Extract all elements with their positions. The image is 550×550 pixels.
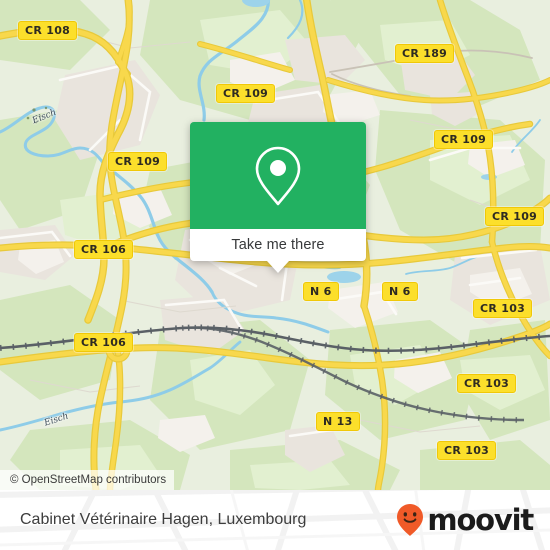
take-me-there-label: Take me there <box>231 237 325 253</box>
moovit-pin-smiley-icon <box>397 504 424 536</box>
road-shield: CR 108 <box>18 21 78 40</box>
moovit-wordmark: moovit <box>427 502 534 537</box>
popup-pointer <box>267 261 289 273</box>
location-popup-card[interactable]: Take me there <box>190 122 366 273</box>
map-pin-icon <box>255 146 301 205</box>
road-shield: CR 109 <box>216 84 276 103</box>
map-canvas[interactable]: CR 108 CR 109 CR 189 CR 109 CR 109 CR 109 CR 1… <box>0 0 550 490</box>
popup-header <box>190 122 366 229</box>
place-title: Cabinet Vétérinaire Hagen, Luxembourg <box>20 511 307 528</box>
road-shield: CR 109 <box>108 152 168 171</box>
popup-action-row[interactable]: Take me there <box>190 229 366 261</box>
moovit-logo[interactable]: moovit <box>396 502 534 537</box>
road-shield: CR 106 <box>74 333 134 352</box>
road-shield: CR 106 <box>74 240 134 259</box>
road-shield: CR 109 <box>434 130 494 149</box>
road-shield: CR 103 <box>473 299 533 318</box>
road-shield: N 6 <box>303 282 339 301</box>
road-shield: N 13 <box>316 412 360 431</box>
road-shield: N 6 <box>382 282 418 301</box>
road-shield: CR 103 <box>437 441 497 460</box>
road-shield: CR 189 <box>395 44 455 63</box>
osm-attribution[interactable]: © OpenStreetMap contributors <box>0 470 175 490</box>
map-screenshot: CR 108 CR 109 CR 189 CR 109 CR 109 CR 109 CR 1… <box>0 0 550 550</box>
road-shield: CR 109 <box>485 207 545 226</box>
road-shield: CR 103 <box>457 374 517 393</box>
footer-bar: Cabinet Vétérinaire Hagen, Luxembourg mo… <box>0 490 550 550</box>
